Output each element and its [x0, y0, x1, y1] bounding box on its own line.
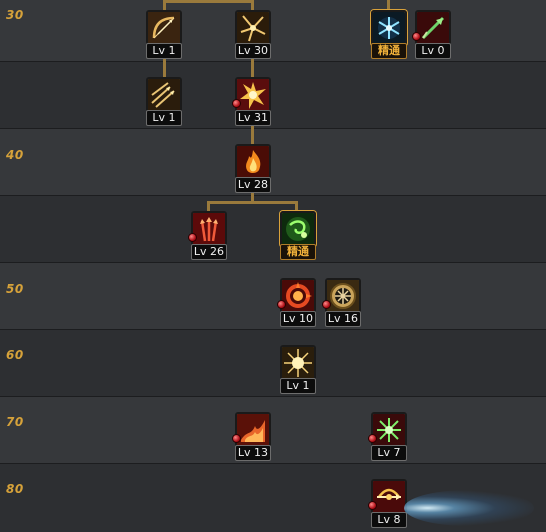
skill-level: Lv 1 — [280, 378, 316, 394]
golden-bow-skill-icon — [371, 479, 407, 515]
gem-icon — [232, 434, 241, 443]
gem-icon — [188, 233, 197, 242]
skill-slot[interactable]: Lv 30 — [235, 10, 271, 59]
skill-slot[interactable]: Lv 10 — [277, 278, 316, 327]
green-burst-skill-icon — [371, 412, 407, 448]
multishot-skill-icon — [146, 77, 182, 113]
gem-icon — [232, 99, 241, 108]
compass-skill-icon — [325, 278, 361, 314]
tier-label: 40 — [6, 148, 24, 162]
skill-slot[interactable]: Lv 1 — [280, 345, 316, 394]
skill-level: Lv 7 — [371, 445, 407, 461]
cursor-glow — [404, 490, 534, 526]
skill-level: Lv 26 — [191, 244, 227, 260]
skill-level: Lv 10 — [280, 311, 316, 327]
skill-level: 精通 — [280, 244, 316, 260]
connector-line — [163, 0, 253, 3]
gem-icon — [412, 32, 421, 41]
skill-slot[interactable]: Lv 1 — [146, 10, 182, 59]
starburst-skill-icon — [280, 345, 316, 381]
tier-row-40b — [0, 196, 546, 263]
skill-tree: 30 40 50 60 70 80 Lv 1 Lv 30 精通 Lv 0 Lv … — [0, 0, 546, 532]
skill-level: Lv 30 — [235, 43, 271, 59]
skill-level: Lv 0 — [415, 43, 451, 59]
green-mastery-icon — [280, 211, 316, 247]
skill-level: Lv 1 — [146, 110, 182, 126]
gem-icon — [368, 501, 377, 510]
skill-slot[interactable]: Lv 16 — [322, 278, 361, 327]
skill-level: Lv 31 — [235, 110, 271, 126]
tier-label: 70 — [6, 415, 24, 429]
skill-level: Lv 13 — [235, 445, 271, 461]
frost-mastery-icon — [371, 10, 407, 46]
tier-label: 80 — [6, 482, 24, 496]
skill-slot[interactable]: Lv 7 — [368, 412, 407, 461]
skill-slot[interactable]: Lv 13 — [232, 412, 271, 461]
tier-row-50: 50 — [0, 263, 546, 330]
skill-slot[interactable]: Lv 26 — [188, 211, 227, 260]
tier-label: 30 — [6, 8, 24, 22]
flame-skill-icon — [235, 144, 271, 180]
fire-ring-skill-icon — [280, 278, 316, 314]
skill-slot[interactable]: Lv 8 — [368, 479, 407, 528]
skill-level: Lv 28 — [235, 177, 271, 193]
gem-icon — [277, 300, 286, 309]
gem-icon — [322, 300, 331, 309]
skill-level: Lv 8 — [371, 512, 407, 528]
connector-line — [251, 126, 254, 144]
connector-line — [251, 58, 254, 78]
tier-row-30: 30 — [0, 0, 546, 62]
skill-slot[interactable]: Lv 28 — [235, 144, 271, 193]
skill-slot[interactable]: Lv 1 — [146, 77, 182, 126]
bow-skill-icon — [146, 10, 182, 46]
skill-slot[interactable]: 精通 — [280, 211, 316, 260]
green-arrow-skill-icon — [415, 10, 451, 46]
explosion-skill-icon — [235, 77, 271, 113]
gem-icon — [368, 434, 377, 443]
red-arrows-skill-icon — [191, 211, 227, 247]
skill-level: Lv 16 — [325, 311, 361, 327]
connector-line — [163, 58, 166, 78]
tier-row-70: 70 — [0, 397, 546, 464]
arrow-burst-skill-icon — [235, 10, 271, 46]
tier-row-30b — [0, 62, 546, 129]
tier-row-60: 60 — [0, 330, 546, 397]
connector-line — [207, 201, 298, 204]
fire-wave-skill-icon — [235, 412, 271, 448]
skill-slot[interactable]: Lv 31 — [232, 77, 271, 126]
skill-level: 精通 — [371, 43, 407, 59]
skill-slot[interactable]: Lv 0 — [412, 10, 451, 59]
tier-label: 50 — [6, 282, 24, 296]
skill-level: Lv 1 — [146, 43, 182, 59]
tier-label: 60 — [6, 348, 24, 362]
tier-row-40: 40 — [0, 129, 546, 196]
skill-slot[interactable]: 精通 — [371, 10, 407, 59]
